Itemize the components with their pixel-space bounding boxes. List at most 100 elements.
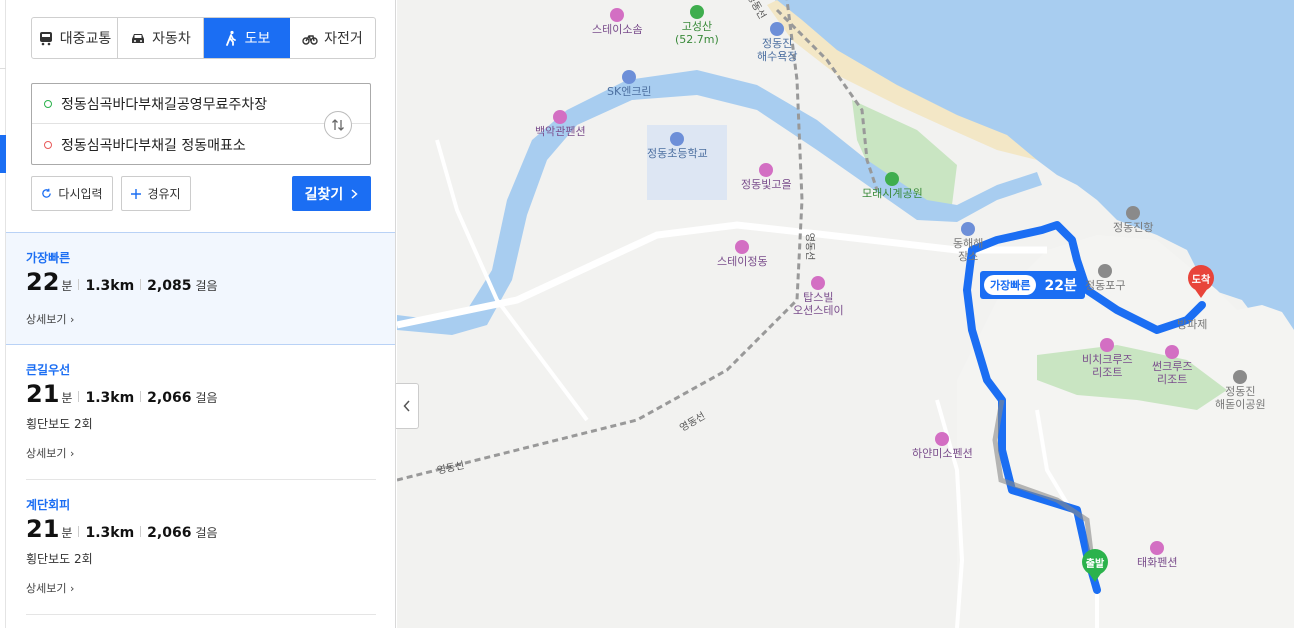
port-pin-icon: [1098, 264, 1113, 278]
route-crosswalk-info: 횡단보도 2회: [26, 552, 93, 566]
poi-label: 정동진: [762, 37, 793, 50]
poi-baekak-pension[interactable]: 백악관펜션: [535, 110, 586, 138]
reset-button[interactable]: 다시입력: [31, 176, 113, 211]
tab-transit[interactable]: 대중교통: [32, 18, 118, 58]
park-pin-icon: [885, 172, 900, 186]
collapse-panel-button[interactable]: [396, 383, 419, 429]
poi-goseongsan[interactable]: 고성산 (52.7m): [675, 5, 719, 46]
poi-jeongdong-port[interactable]: 정동진항: [1113, 206, 1153, 234]
map-canvas[interactable]: 스테이소솜 고성산 (52.7m) 정동진 해수욕장 SK엔크린 백악관펜션 정동초…: [397, 0, 1294, 628]
swap-button[interactable]: [324, 111, 352, 139]
poi-jeongdong-village[interactable]: 정동빛고을: [741, 163, 792, 191]
route-steps-unit: 걸음: [195, 526, 218, 540]
poi-label: 정동빛고을: [741, 178, 792, 191]
separator: [78, 526, 80, 537]
tab-walk-label: 도보: [244, 31, 271, 47]
tab-car[interactable]: 자동차: [118, 18, 204, 58]
poi-label: 해수욕장: [757, 50, 798, 63]
poi-label: 고성산: [681, 20, 713, 33]
poi-suncruise[interactable]: 썬크루즈 리조트: [1152, 345, 1192, 386]
poi-haedoji-park[interactable]: 정동진 해돋이공원: [1215, 370, 1266, 411]
route-distance: 1.3km: [85, 390, 135, 406]
poi-breakwater: 방파제: [1177, 318, 1207, 331]
poi-taehwa-pension[interactable]: 태화펜션: [1137, 541, 1177, 569]
route-result-title: 큰길우선: [26, 363, 71, 377]
route-minutes-unit: 분: [61, 279, 73, 293]
poi-label: 리조트: [1157, 373, 1188, 386]
poi-label: 비치크루즈: [1082, 353, 1133, 366]
tab-bicycle-label: 자전거: [324, 31, 363, 47]
route-result-title: 계단회피: [26, 498, 71, 512]
poi-hayan-pension[interactable]: 하얀미소펜션: [912, 432, 973, 460]
port-pin-icon: [1126, 206, 1141, 220]
resort-pin-icon: [1165, 345, 1180, 359]
mountain-pin-icon: [689, 5, 704, 19]
destination-field[interactable]: 정동심곡바다부채길 정동매표소: [32, 125, 370, 165]
poi-donghae[interactable]: 동해해 장소: [953, 222, 983, 263]
route-result-fastest[interactable]: 가장빠른 22 분 1.3km 2,085 걸음 상세보기 ›: [6, 232, 395, 345]
detail-link[interactable]: 상세보기 ›: [26, 580, 74, 596]
find-route-label: 길찾기: [304, 186, 344, 203]
pension-pin-icon: [935, 432, 950, 446]
poi-label: 모래시계공원: [862, 187, 923, 200]
route-result-avoid-stairs[interactable]: 계단회피 21 분 1.3km 2,066 걸음 횡단보도 2회 상세보기 ›: [6, 480, 395, 615]
poi-jeongdongjin-beach[interactable]: 정동진 해수욕장: [757, 22, 797, 63]
route-steps-unit: 걸음: [195, 391, 218, 405]
route-time-tag[interactable]: 가장빠른 22분: [980, 271, 1085, 299]
poi-sand-clock-park[interactable]: 모래시계공원: [862, 172, 923, 200]
map-base: [397, 0, 1294, 628]
result-divider: [26, 614, 376, 615]
poi-label: 정동진항: [1113, 221, 1154, 234]
route-minutes: 22: [26, 268, 60, 296]
tab-bicycle[interactable]: 자전거: [290, 18, 375, 58]
find-route-button[interactable]: 길찾기: [292, 176, 371, 211]
refresh-icon: [42, 188, 52, 198]
route-distance: 1.3km: [85, 525, 135, 541]
poi-label: 백악관펜션: [535, 125, 586, 138]
detail-link-label: 상세보기: [26, 313, 67, 326]
poi-label: 스테이소솜: [592, 23, 643, 36]
bus-icon: [39, 32, 52, 46]
poi-label: 하얀미소펜션: [912, 447, 973, 460]
route-steps: 2,085: [147, 278, 192, 294]
poi-stay-isoseum[interactable]: 스테이소솜: [592, 8, 643, 36]
poi-jeongdong-pogu[interactable]: 정동포구: [1085, 264, 1125, 292]
route-result-main-road[interactable]: 큰길우선 21 분 1.3km 2,066 걸음 횡단보도 2회 상세보기 ›: [6, 345, 395, 480]
route-input-box: 정동심곡바다부채길공영무료주차장 정동심곡바다부채길 정동매표소: [31, 83, 371, 165]
route-minutes: 21: [26, 515, 60, 543]
pension-pin-icon: [610, 8, 625, 22]
separator: [140, 526, 142, 537]
route-distance: 1.3km: [85, 278, 135, 294]
route-crosswalk-info: 횡단보도 2회: [26, 417, 93, 431]
poi-sk-station[interactable]: SK엔크린: [607, 70, 652, 98]
plus-icon: [131, 188, 142, 199]
pension-pin-icon: [1150, 541, 1165, 555]
add-waypoint-button[interactable]: 경유지: [121, 176, 191, 211]
detail-link[interactable]: 상세보기 ›: [26, 445, 74, 461]
origin-text: 정동심곡바다부채길공영무료주차장: [61, 96, 268, 113]
separator: [140, 391, 142, 402]
car-icon: [132, 34, 145, 43]
transport-mode-tabs: 대중교통 자동차 도보 자전거: [31, 17, 376, 59]
destination-text: 정동심곡바다부채길 정동매표소: [61, 138, 246, 154]
detail-link-label: 상세보기: [26, 447, 67, 460]
pension-pin-icon: [759, 163, 774, 177]
poi-stay-jeongdong[interactable]: 스테이정동: [717, 240, 768, 268]
poi-label: (52.7m): [675, 33, 719, 46]
detail-link[interactable]: 상세보기 ›: [26, 311, 74, 327]
pension-pin-icon: [735, 240, 750, 254]
poi-beach-cruise[interactable]: 비치크루즈 리조트: [1082, 338, 1133, 379]
tab-walk[interactable]: 도보: [204, 18, 290, 58]
directions-panel: 대중교통 자동차 도보 자전거 정동심곡바다부채길공영무료주차장 정동심곡바다부…: [6, 0, 396, 628]
origin-marker[interactable]: 출발: [1082, 549, 1108, 583]
route-steps: 2,066: [147, 390, 192, 406]
poi-jeongdong-school[interactable]: 정동초등학교: [647, 132, 708, 160]
chevron-left-icon: [403, 400, 410, 412]
route-steps: 2,066: [147, 525, 192, 541]
origin-field[interactable]: 정동심곡바다부채길공영무료주차장: [32, 84, 370, 124]
poi-label: 방파제: [1177, 318, 1208, 331]
destination-marker[interactable]: 도착: [1188, 265, 1214, 299]
destination-marker-tip: [1194, 288, 1208, 298]
park-pin-icon: [1233, 370, 1248, 384]
poi-tapsvill[interactable]: 탑스빌 오션스테이: [793, 276, 844, 317]
